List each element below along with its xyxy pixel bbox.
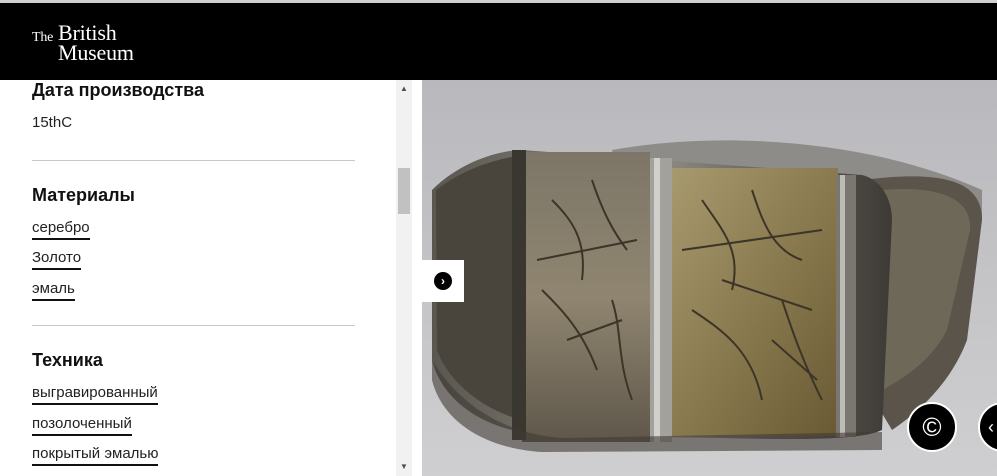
copyright-info-button[interactable]: © (907, 402, 957, 452)
section-divider (32, 160, 355, 161)
object-details-panel: Дата производства 15thC Материалы серебр… (0, 80, 396, 476)
site-header: The British Museum (0, 3, 997, 80)
technique-link-enamelled[interactable]: покрытый эмалью (32, 445, 159, 466)
production-date-title: Дата производства (32, 80, 204, 100)
divider-ridge (836, 175, 856, 437)
logo-the: The (32, 30, 54, 45)
chevron-right-icon: › (434, 272, 452, 290)
production-date-value: 15thC (32, 114, 73, 131)
section-divider (32, 325, 355, 326)
technique-link-gilded[interactable]: позолоченный (32, 415, 132, 436)
scroll-up-arrow-icon[interactable]: ▲ (396, 80, 412, 98)
chevron-left-icon: ‹ (988, 417, 994, 437)
material-link-enamel[interactable]: эмаль (32, 280, 75, 301)
technique-link-engraved[interactable]: выгравированный (32, 384, 158, 405)
logo-museum: Museum (58, 40, 134, 65)
divider-ridge (512, 150, 526, 440)
material-link-gold[interactable]: Золото (32, 249, 82, 270)
copyright-icon: © (922, 412, 942, 442)
divider-ridge (650, 158, 672, 442)
material-link-silver[interactable]: серебро (32, 219, 90, 240)
scroll-down-arrow-icon[interactable]: ▼ (396, 458, 412, 476)
details-scrollbar[interactable]: ▲ ▼ (396, 80, 412, 476)
technique-title: Техника (32, 350, 103, 370)
panel-gutter (412, 80, 422, 476)
engraved-panel-right (670, 168, 838, 436)
scroll-thumb[interactable] (398, 168, 410, 214)
materials-title: Материалы (32, 185, 135, 205)
divider-highlight (654, 158, 660, 442)
divider-highlight (840, 175, 845, 437)
expand-panel-button[interactable]: › (422, 260, 464, 302)
